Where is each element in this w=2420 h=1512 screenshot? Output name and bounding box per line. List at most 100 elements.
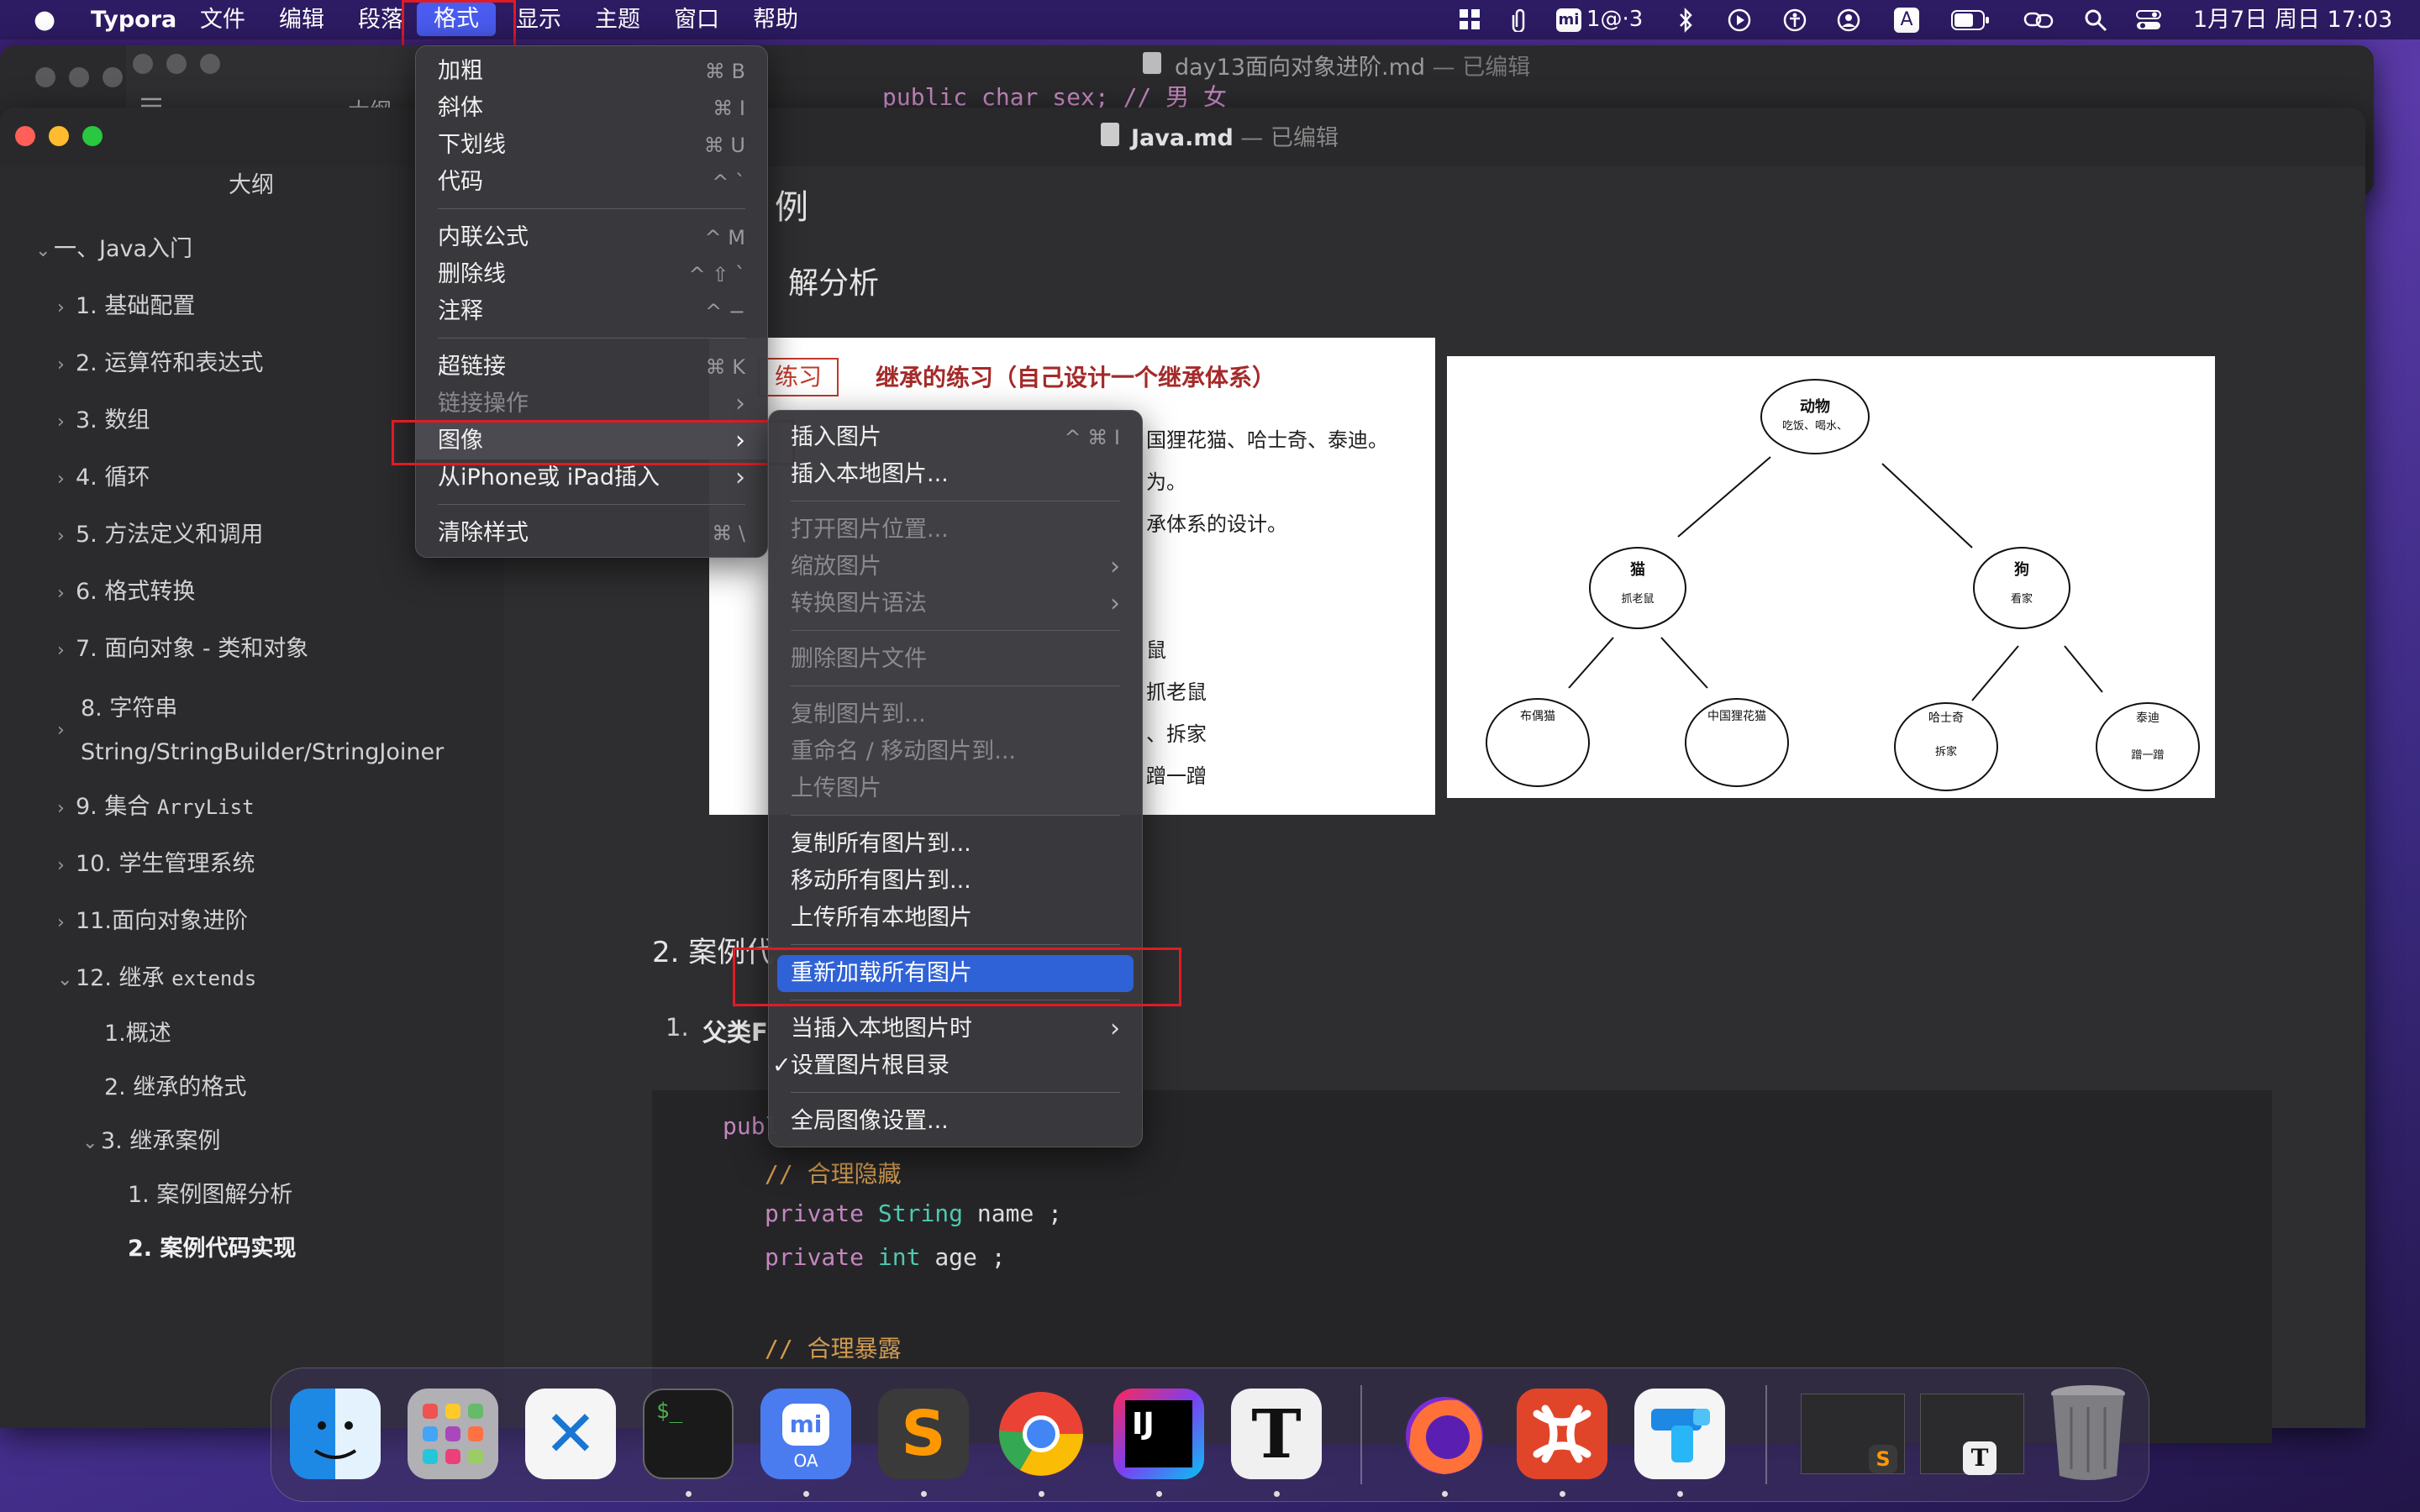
input-method-icon[interactable]: A	[1894, 8, 1919, 33]
mi-status-icon[interactable]: mi	[1556, 8, 1581, 32]
menu-item-strikethrough[interactable]: 删除线 ^ ⇧ `	[416, 256, 767, 293]
zoom-button[interactable]	[82, 126, 103, 146]
menu-item-underline[interactable]: 下划线 ⌘ U	[416, 127, 767, 164]
chevron-right-icon[interactable]: ›	[57, 709, 76, 753]
menu-edit[interactable]: 编辑	[279, 0, 324, 39]
mi-oa-icon[interactable]: mi OA	[760, 1389, 851, 1479]
menu-item-italic[interactable]: 斜体 ⌘ I	[416, 90, 767, 127]
menu-item-comment[interactable]: 注释 ^ −	[416, 293, 767, 330]
back-zoom-button[interactable]	[103, 67, 123, 87]
apple-icon[interactable]: ●	[34, 0, 55, 39]
menu-item-copy-image-to[interactable]: 复制图片到...	[769, 696, 1142, 733]
minimized-window-thumbnail[interactable]: S	[1801, 1394, 1905, 1474]
outline-item[interactable]: › 5. 方法定义和调用	[57, 516, 263, 549]
menu-help[interactable]: 帮助	[753, 0, 798, 39]
menu-file[interactable]: 文件	[200, 0, 245, 39]
inheritance-tree-image[interactable]: 动物 吃饭、喝水、 猫 抓老鼠 狗 看家 布偶猫 中国狸花猫 哈士奇 拆家 泰迪…	[1447, 356, 2215, 798]
menu-item-code[interactable]: 代码 ^ `	[416, 164, 767, 201]
chevron-right-icon[interactable]: ›	[57, 855, 76, 876]
menu-paragraph[interactable]: 段落	[358, 0, 403, 39]
outline-item[interactable]: 1.概述	[104, 1015, 171, 1047]
menu-item-set-image-root[interactable]: ✓ 设置图片根目录	[769, 1047, 1142, 1084]
menu-item-copy-all-images[interactable]: 复制所有图片到...	[769, 826, 1142, 863]
outline-item[interactable]: › 8. 字符串 String/StringBuilder/StringJoin…	[57, 687, 444, 774]
menu-item-open-image-location[interactable]: 打开图片位置...	[769, 512, 1142, 549]
trash-icon[interactable]	[2046, 1382, 2130, 1484]
outline-item[interactable]: › 6. 格式转换	[57, 573, 195, 606]
chrome-icon[interactable]	[996, 1389, 1086, 1479]
minimize-button[interactable]	[49, 126, 69, 146]
paperclip-icon[interactable]	[1511, 7, 1529, 34]
user-icon[interactable]	[1837, 8, 1860, 32]
minimized-window-thumbnail[interactable]: T	[1920, 1394, 2024, 1475]
menu-item-when-insert-local-image[interactable]: 当插入本地图片时 ›	[769, 1011, 1142, 1047]
menu-item-move-all-images[interactable]: 移动所有图片到...	[769, 863, 1142, 900]
xmind-icon[interactable]	[1517, 1389, 1607, 1479]
outline-item[interactable]: › 9. 集合 ArryList	[57, 788, 255, 821]
lanhu-icon[interactable]	[1634, 1389, 1725, 1479]
menu-item-upload-all-local-images[interactable]: 上传所有本地图片	[769, 900, 1142, 937]
outline-item[interactable]: › 10. 学生管理系统	[57, 845, 255, 878]
link-icon[interactable]	[2023, 8, 2054, 32]
firefox-icon[interactable]	[1399, 1389, 1490, 1479]
accessibility-icon[interactable]	[1783, 8, 1807, 32]
chevron-right-icon[interactable]: ›	[57, 412, 76, 433]
launchpad-icon[interactable]	[408, 1389, 498, 1479]
intellij-idea-icon[interactable]: IJ	[1113, 1389, 1204, 1479]
outline-item[interactable]: › 2. 运算符和表达式	[57, 344, 263, 377]
clock[interactable]: 1月7日 周日 17:03	[2193, 0, 2392, 39]
menu-item-upload-image[interactable]: 上传图片	[769, 770, 1142, 807]
menu-item-clear-format[interactable]: 清除样式 ⌘ \	[416, 515, 767, 552]
outline-item[interactable]: 2. 继承的格式	[104, 1068, 246, 1101]
back-close-button[interactable]	[35, 67, 55, 87]
vscode-icon[interactable]: ✕	[525, 1389, 616, 1479]
outline-item[interactable]: › 3. 数组	[57, 402, 150, 434]
back-minimize-button[interactable]	[69, 67, 89, 87]
menu-item-convert-image-syntax[interactable]: 转换图片语法 ›	[769, 585, 1142, 622]
menu-window[interactable]: 窗口	[674, 0, 719, 39]
outline-item[interactable]: › 1. 基础配置	[57, 287, 195, 320]
control-center-icon[interactable]	[2136, 8, 2161, 32]
outline-item[interactable]: ⌄ 3. 继承案例	[82, 1122, 220, 1155]
menu-item-hyperlink[interactable]: 超链接 ⌘ K	[416, 349, 767, 386]
menu-item-rename-move-image[interactable]: 重命名 / 移动图片到...	[769, 733, 1142, 770]
menu-item-insert-image[interactable]: 插入图片 ^ ⌘ I	[769, 419, 1142, 456]
chevron-right-icon[interactable]: ›	[57, 297, 76, 318]
outline-item-active[interactable]: 2. 案例代码实现	[128, 1230, 296, 1263]
battery-icon[interactable]	[1951, 10, 1990, 30]
menu-app-name[interactable]: Typora	[91, 0, 176, 39]
outline-item[interactable]: › 4. 循环	[57, 459, 150, 491]
chevron-right-icon[interactable]: ›	[57, 526, 76, 547]
chevron-down-icon[interactable]: ⌄	[82, 1132, 101, 1153]
outline-item[interactable]: ⌄ 一、Java入门	[35, 230, 192, 263]
play-circle-icon[interactable]	[1728, 8, 1751, 32]
close-button[interactable]	[15, 126, 35, 146]
menu-item-inline-math[interactable]: 内联公式 ^ M	[416, 219, 767, 256]
chevron-down-icon[interactable]: ⌄	[57, 969, 76, 990]
finder-icon[interactable]	[290, 1389, 381, 1479]
chevron-right-icon[interactable]: ›	[57, 912, 76, 933]
menu-item-insert-local-image[interactable]: 插入本地图片...	[769, 456, 1142, 493]
chevron-right-icon[interactable]: ›	[57, 640, 76, 661]
chevron-down-icon[interactable]: ⌄	[35, 240, 54, 261]
menu-item-global-image-settings[interactable]: 全局图像设置...	[769, 1103, 1142, 1140]
spotlight-search-icon[interactable]	[2084, 8, 2107, 32]
outline-item[interactable]: › 7. 面向对象 - 类和对象	[57, 630, 308, 663]
outline-item[interactable]: 1. 案例图解分析	[128, 1176, 292, 1209]
menu-item-zoom-image[interactable]: 缩放图片 ›	[769, 549, 1142, 585]
chevron-right-icon[interactable]: ›	[57, 469, 76, 490]
menu-item-link-actions[interactable]: 链接操作 ›	[416, 386, 767, 423]
outline-item[interactable]: › 11.面向对象进阶	[57, 902, 248, 935]
chevron-right-icon[interactable]: ›	[57, 354, 76, 375]
terminal-icon[interactable]: $_	[643, 1389, 734, 1479]
bluetooth-icon[interactable]	[1677, 7, 1694, 34]
chevron-right-icon[interactable]: ›	[57, 583, 76, 604]
menu-item-delete-image-file[interactable]: 删除图片文件	[769, 641, 1142, 678]
menu-item-bold[interactable]: 加粗 ⌘ B	[416, 53, 767, 90]
outline-item[interactable]: ⌄ 12. 继承 extends	[57, 959, 256, 992]
typora-icon[interactable]: T	[1231, 1389, 1322, 1479]
chevron-right-icon[interactable]: ›	[57, 798, 76, 819]
sublime-text-icon[interactable]: S	[878, 1389, 969, 1479]
menu-view[interactable]: 显示	[516, 0, 561, 39]
menu-theme[interactable]: 主题	[595, 0, 640, 39]
